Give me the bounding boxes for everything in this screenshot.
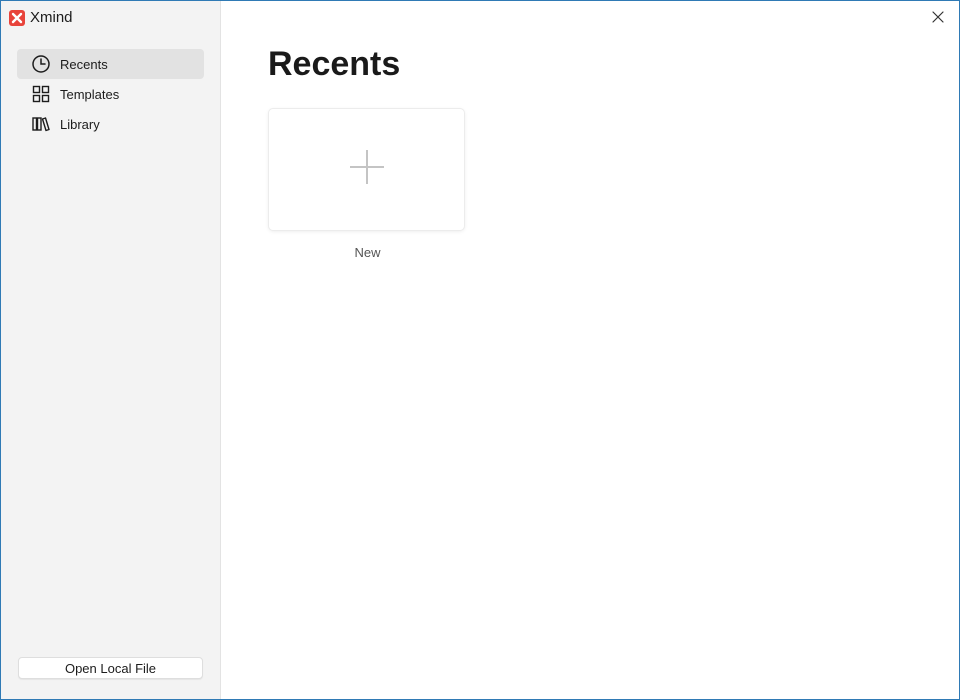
books-icon — [31, 114, 51, 134]
sidebar-item-label: Library — [60, 116, 100, 132]
sidebar-item-library[interactable]: Library — [17, 109, 204, 139]
app-window: Xmind Recents Templates Library Open Loc… — [0, 0, 960, 700]
sidebar-item-label: Recents — [60, 56, 108, 72]
app-name: Xmind — [30, 9, 73, 26]
app-title: Xmind — [9, 9, 73, 26]
sidebar-item-templates[interactable]: Templates — [17, 79, 204, 109]
plus-icon — [349, 149, 385, 190]
close-icon[interactable] — [931, 10, 945, 24]
clock-icon — [31, 54, 51, 74]
open-local-file-button[interactable]: Open Local File — [18, 657, 203, 679]
grid-icon — [31, 84, 51, 104]
new-file-label: New — [354, 245, 381, 260]
sidebar-item-label: Templates — [60, 86, 120, 102]
sidebar-nav: Recents Templates Library — [17, 49, 204, 139]
sidebar-item-recents[interactable]: Recents — [17, 49, 204, 79]
sidebar: Xmind Recents Templates Library Open Loc… — [1, 1, 221, 699]
page-title: Recents — [268, 45, 401, 83]
new-file-card[interactable] — [269, 109, 464, 230]
xmind-logo-icon — [9, 9, 25, 26]
